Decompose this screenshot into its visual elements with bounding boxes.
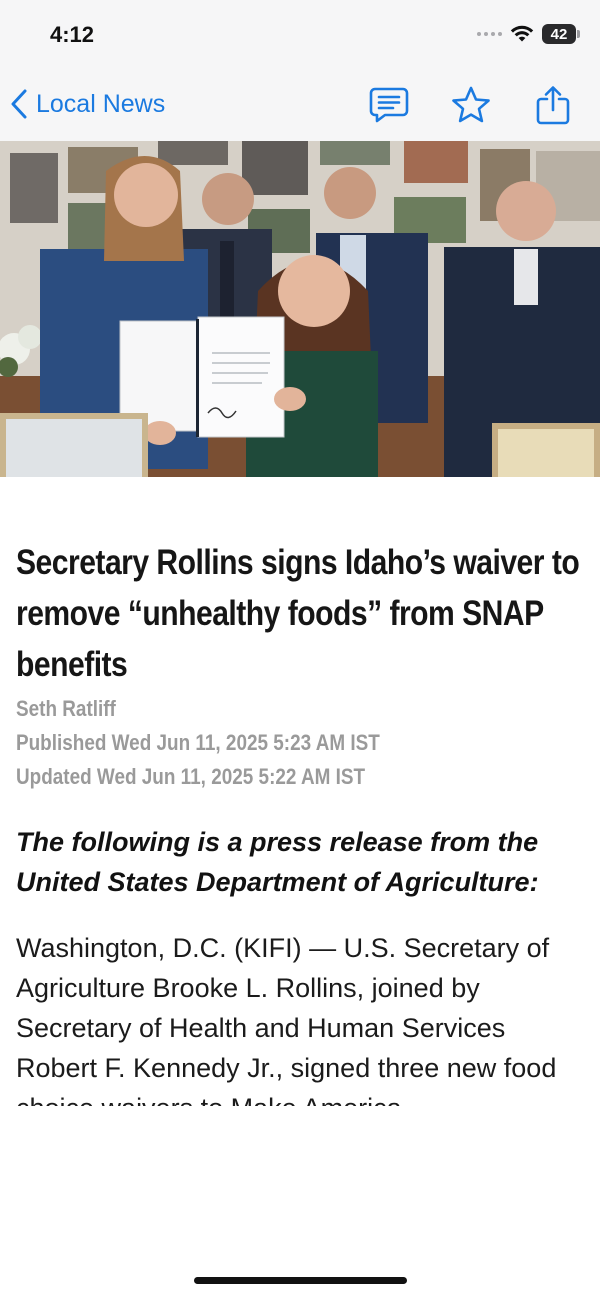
status-indicators: 42 <box>477 24 580 44</box>
article-meta: Seth Ratliff Published Wed Jun 11, 2025 … <box>16 692 584 794</box>
battery-level: 42 <box>550 25 568 43</box>
article-author[interactable]: Seth Ratliff <box>16 692 584 726</box>
article-published: Published Wed Jun 11, 2025 5:23 AM IST <box>16 730 380 755</box>
back-label: Local News <box>36 89 166 118</box>
article-body: Washington, D.C. (KIFI) — U.S. Secretary… <box>16 928 584 1106</box>
article-content: Secretary Rollins signs Idaho’s waiver t… <box>16 537 584 1106</box>
article-headline: Secretary Rollins signs Idaho’s waiver t… <box>16 543 580 684</box>
article-updated: Updated Wed Jun 11, 2025 5:22 AM IST <box>16 764 366 789</box>
navigation-bar: Local News <box>0 70 600 141</box>
home-indicator[interactable] <box>194 1277 407 1284</box>
nav-actions <box>368 84 574 126</box>
cellular-signal-icon <box>477 32 502 36</box>
favorite-button[interactable] <box>450 84 492 126</box>
status-time: 4:12 <box>50 22 95 47</box>
article-intro: The following is a press release from th… <box>16 827 539 897</box>
article-hero-image[interactable] <box>0 141 600 477</box>
share-icon <box>536 86 570 125</box>
wifi-icon <box>510 25 534 42</box>
battery-icon: 42 <box>542 24 580 44</box>
hero-photo <box>0 141 600 477</box>
article-body-text: Washington, D.C. (KIFI) — U.S. Secretary… <box>16 933 557 1106</box>
comment-icon <box>369 87 409 123</box>
status-bar: 4:12 42 <box>0 0 600 70</box>
star-icon <box>452 86 490 123</box>
comments-button[interactable] <box>368 84 410 126</box>
back-button[interactable]: Local News <box>10 88 165 120</box>
share-button[interactable] <box>532 84 574 126</box>
chevron-left-icon <box>11 89 27 119</box>
